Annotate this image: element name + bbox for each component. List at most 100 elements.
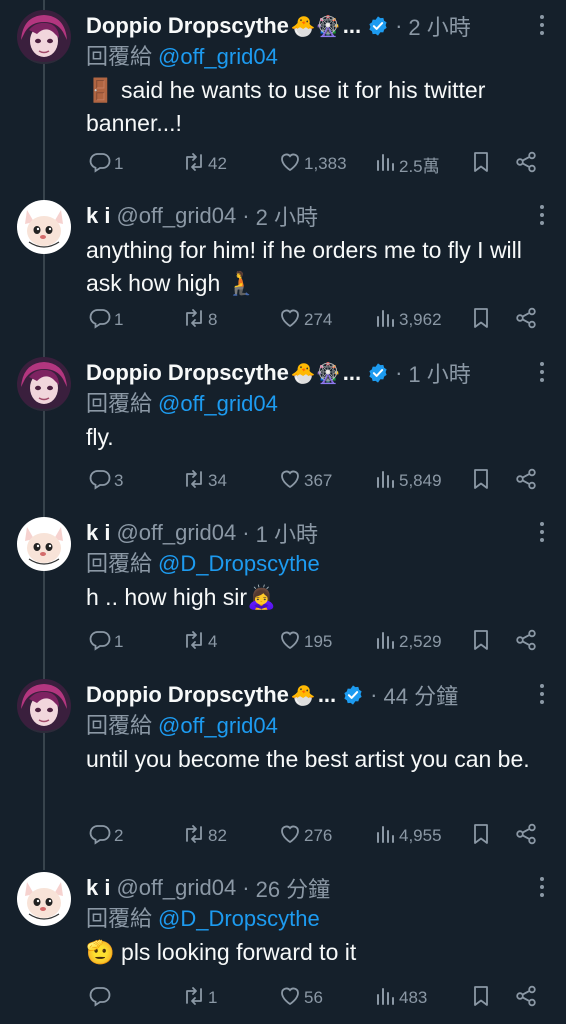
more-dots-icon[interactable] [532,359,552,385]
author-name[interactable]: Doppio Dropscythe [86,13,289,39]
reply-mention-link[interactable]: @D_Dropscythe [158,906,320,931]
view-count: 4,955 [399,826,442,845]
like-button[interactable]: 56 [278,984,323,1013]
retweet-count: 1 [208,988,218,1007]
more-dots-icon[interactable] [532,202,552,228]
reply-button[interactable]: 3 [88,467,123,496]
bookmark-button[interactable] [469,822,493,851]
share-button[interactable] [514,306,538,335]
like-button[interactable]: 274 [278,306,332,335]
author-handle[interactable]: @off_grid04 [116,203,236,229]
reply-icon [88,150,112,179]
views-button[interactable]: 2,529 [373,628,442,657]
like-button[interactable]: 367 [278,467,332,496]
author-name[interactable]: Doppio Dropscythe [86,682,289,708]
like-button[interactable]: 1,383 [278,150,347,179]
reply-mention-link[interactable]: @off_grid04 [158,713,278,738]
like-count: 276 [304,826,333,845]
reply-icon [88,467,112,496]
retweet-button[interactable]: 34 [182,467,227,496]
tweet-text: fly. [86,421,552,454]
share-button[interactable] [514,984,538,1013]
bookmark-button[interactable] [469,150,493,179]
separator-dot: · [395,360,403,385]
avatar[interactable] [17,10,71,64]
view-count: 483 [399,988,428,1007]
tweet-body: anything for him! if he orders me to fly… [86,237,522,296]
views-button[interactable]: 3,962 [373,306,442,335]
more-dots-icon[interactable] [532,12,552,38]
more-dots-icon[interactable] [532,681,552,707]
reply-button[interactable]: 2 [88,822,123,851]
like-button[interactable]: 276 [278,822,332,851]
retweet-count: 34 [208,471,227,490]
reply-mention-link[interactable]: @D_Dropscythe [158,551,320,576]
views-button[interactable]: 4,955 [373,822,442,851]
views-button[interactable]: 2.5萬 [373,150,440,179]
avatar[interactable] [17,200,71,254]
reply-button[interactable]: 1 [88,306,123,335]
share-icon [514,306,538,335]
author-name[interactable]: Doppio Dropscythe [86,360,289,386]
avatar[interactable] [17,517,71,571]
retweet-button[interactable]: 42 [182,150,227,179]
like-button[interactable]: 195 [278,628,332,657]
view-count: 2.5萬 [399,156,440,176]
reply-button[interactable] [88,984,114,1013]
bookmark-icon [469,628,493,657]
retweet-button[interactable]: 1 [182,984,217,1013]
separator-dot: · [242,203,250,228]
author-handle[interactable]: @off_grid04 [116,520,236,546]
separator-dot: · [370,682,378,707]
retweet-count: 82 [208,826,227,845]
like-count: 195 [304,632,333,651]
tweet-header: k i @off_grid04 · 26 分鐘 [86,872,552,904]
more-dots-icon[interactable] [532,874,552,900]
timestamp[interactable]: 1 小時 [256,517,318,549]
avatar[interactable] [17,872,71,926]
reply-button[interactable]: 1 [88,150,123,179]
share-button[interactable] [514,822,538,851]
retweet-count: 42 [208,154,227,173]
tweet-header: Doppio Dropscythe 🐣🎡... · 2 小時 [86,10,552,42]
timestamp[interactable]: 1 小時 [408,357,470,389]
timestamp[interactable]: 2 小時 [256,200,318,232]
share-button[interactable] [514,467,538,496]
views-button[interactable]: 483 [373,984,427,1013]
tweet-body: said he wants to use it for his twitter … [86,77,486,136]
reply-mention-link[interactable]: @off_grid04 [158,44,278,69]
heart-icon [278,467,302,496]
share-button[interactable] [514,628,538,657]
reply-thread: Doppio Dropscythe 🐣🎡... · 2 小時 回覆給 @off_grid0… [0,0,566,1024]
reply-mention-link[interactable]: @off_grid04 [158,391,278,416]
share-button[interactable] [514,150,538,179]
reply-button[interactable]: 1 [88,628,123,657]
bookmark-button[interactable] [469,628,493,657]
timestamp[interactable]: 44 分鐘 [383,679,458,711]
retweet-icon [182,822,206,851]
retweet-button[interactable]: 82 [182,822,227,851]
bookmark-button[interactable] [469,467,493,496]
avatar[interactable] [17,357,71,411]
author-handle[interactable]: @off_grid04 [116,875,236,901]
author-name[interactable]: k i [86,875,110,901]
timestamp[interactable]: 2 小時 [408,10,470,42]
timestamp[interactable]: 26 分鐘 [256,872,331,904]
views-button[interactable]: 5,849 [373,467,442,496]
replying-to: 回覆給 @D_Dropscythe [86,904,552,934]
reply-icon [88,306,112,335]
retweet-button[interactable]: 8 [182,306,217,335]
retweet-icon [182,150,206,179]
view-count: 5,849 [399,471,442,490]
bookmark-button[interactable] [469,306,493,335]
avatar[interactable] [17,679,71,733]
bookmark-button[interactable] [469,984,493,1013]
author-name[interactable]: k i [86,203,110,229]
replying-to: 回覆給 @off_grid04 [86,711,552,741]
tweet-actions: 1 56 483 [86,983,552,1013]
author-name[interactable]: k i [86,520,110,546]
more-dots-icon[interactable] [532,519,552,545]
retweet-button[interactable]: 4 [182,628,217,657]
view-count: 2,529 [399,632,442,651]
share-icon [514,822,538,851]
